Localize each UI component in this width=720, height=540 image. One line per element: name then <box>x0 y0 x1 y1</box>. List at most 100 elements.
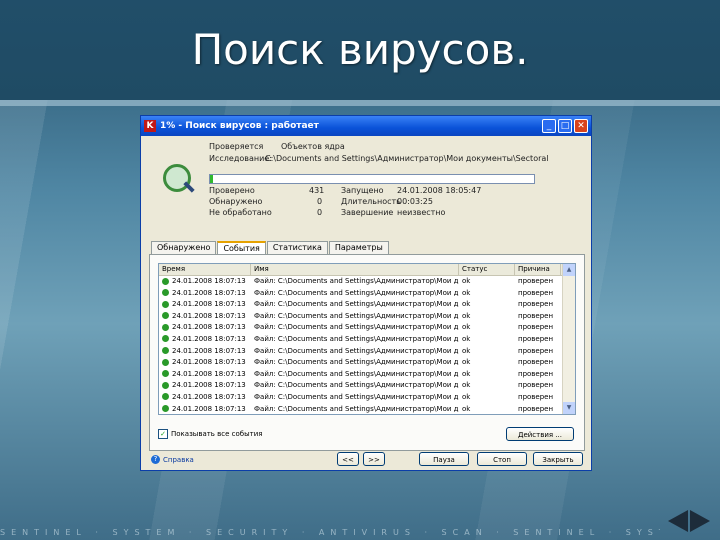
table-row[interactable]: 24.01.2008 18:07:13 Файл: C:\Documents an… <box>159 392 575 404</box>
scroll-up-icon[interactable]: ▲ <box>563 264 575 276</box>
tab-settings[interactable]: Параметры <box>328 241 389 254</box>
next-slide-icon[interactable] <box>690 510 710 532</box>
stat-value-finish: неизвестно <box>397 208 446 217</box>
minimize-icon[interactable]: _ <box>542 119 556 133</box>
table-row[interactable]: 24.01.2008 18:07:13 Файл: C:\Documents an… <box>159 346 575 358</box>
close-icon[interactable]: ✕ <box>574 119 588 133</box>
time-cell-text: 24.01.2008 18:07:13 <box>172 358 246 367</box>
table-row[interactable]: 24.01.2008 18:07:13 Файл: C:\Documents an… <box>159 380 575 392</box>
status-cell: ok <box>459 392 515 404</box>
status-cell: ok <box>459 288 515 300</box>
show-all-events-checkbox[interactable]: ✓ Показывать все события <box>158 429 262 439</box>
ok-check-icon <box>162 323 169 331</box>
ok-check-icon <box>162 405 169 413</box>
table-row[interactable]: 24.01.2008 18:07:13 Файл: C:\Documents an… <box>159 276 575 288</box>
help-link[interactable]: ? Справка <box>151 455 194 464</box>
tab-statistics[interactable]: Статистика <box>266 241 328 254</box>
time-cell: 24.01.2008 18:07:13 <box>159 369 251 381</box>
name-cell-text: Файл: C:\Documents and Settings\Админист… <box>254 404 459 413</box>
status-cell-text: ok <box>462 334 471 343</box>
next-button[interactable]: >> <box>363 452 385 466</box>
table-row[interactable]: 24.01.2008 18:07:13 Файл: C:\Documents an… <box>159 404 575 414</box>
table-row[interactable]: 24.01.2008 18:07:13 Файл: C:\Documents an… <box>159 299 575 311</box>
window-titlebar[interactable]: K 1% - Поиск вирусов : работает _ □ ✕ <box>141 116 591 136</box>
tab-bar: Обнаружено События Статистика Параметры <box>151 241 390 254</box>
name-cell-text: Файл: C:\Documents and Settings\Админист… <box>254 311 459 320</box>
actions-button[interactable]: Действия ... <box>506 427 574 441</box>
table-row[interactable]: 24.01.2008 18:07:13 Файл: C:\Documents an… <box>159 311 575 323</box>
col-reason[interactable]: Причина <box>515 264 561 275</box>
maximize-icon[interactable]: □ <box>558 119 572 133</box>
time-cell-text: 24.01.2008 18:07:13 <box>172 346 246 355</box>
col-time[interactable]: Время <box>159 264 251 275</box>
reason-cell-text: проверен <box>518 300 554 309</box>
time-cell: 24.01.2008 18:07:13 <box>159 288 251 300</box>
status-cell-text: ok <box>462 300 471 309</box>
time-cell: 24.01.2008 18:07:13 <box>159 404 251 414</box>
tab-events[interactable]: События <box>217 241 266 254</box>
pause-button[interactable]: Пауза <box>419 452 469 466</box>
status-cell-text: ok <box>462 311 471 320</box>
reason-cell: проверен <box>515 299 561 311</box>
status-cell-text: ok <box>462 392 471 401</box>
name-cell: Файл: C:\Documents and Settings\Админист… <box>251 369 459 381</box>
status-cell-text: ok <box>462 323 471 332</box>
reason-cell: проверен <box>515 322 561 334</box>
table-row[interactable]: 24.01.2008 18:07:13 Файл: C:\Documents an… <box>159 334 575 346</box>
name-cell: Файл: C:\Documents and Settings\Админист… <box>251 288 459 300</box>
table-row[interactable]: 24.01.2008 18:07:13 Файл: C:\Documents an… <box>159 322 575 334</box>
table-scrollbar[interactable]: ▲ ▼ <box>562 264 575 414</box>
reason-cell: проверен <box>515 357 561 369</box>
tab-detected[interactable]: Обнаружено <box>151 241 217 254</box>
checkbox-check-icon[interactable]: ✓ <box>158 429 168 439</box>
scan-progress-fill <box>210 175 214 183</box>
status-cell: ok <box>459 299 515 311</box>
reason-cell-text: проверен <box>518 323 554 332</box>
time-cell: 24.01.2008 18:07:13 <box>159 392 251 404</box>
time-cell-text: 24.01.2008 18:07:13 <box>172 288 246 297</box>
prev-button[interactable]: << <box>337 452 359 466</box>
status-cell-text: ok <box>462 288 471 297</box>
table-row[interactable]: 24.01.2008 18:07:13 Файл: C:\Documents an… <box>159 288 575 300</box>
status-cell: ok <box>459 404 515 414</box>
name-cell-text: Файл: C:\Documents and Settings\Админист… <box>254 392 459 401</box>
stat-value-started: 24.01.2008 18:05:47 <box>397 186 482 195</box>
show-all-events-label: Показывать все события <box>171 430 263 438</box>
name-cell-text: Файл: C:\Documents and Settings\Админист… <box>254 288 459 297</box>
col-name[interactable]: Имя <box>251 264 459 275</box>
status-cell-text: ok <box>462 404 471 413</box>
col-status[interactable]: Статус <box>459 264 515 275</box>
ok-check-icon <box>162 335 169 343</box>
reason-cell-text: проверен <box>518 334 554 343</box>
reason-cell-text: проверен <box>518 404 554 413</box>
reason-cell-text: проверен <box>518 288 554 297</box>
prev-slide-icon[interactable] <box>668 510 688 532</box>
stop-button[interactable]: Стоп <box>477 452 527 466</box>
name-cell-text: Файл: C:\Documents and Settings\Админист… <box>254 323 459 332</box>
checked-label: Проверяется <box>209 142 264 151</box>
scroll-down-icon[interactable]: ▼ <box>563 402 575 414</box>
name-cell: Файл: C:\Documents and Settings\Админист… <box>251 322 459 334</box>
time-cell-text: 24.01.2008 18:07:13 <box>172 392 246 401</box>
time-cell-text: 24.01.2008 18:07:13 <box>172 311 246 320</box>
time-cell-text: 24.01.2008 18:07:13 <box>172 334 246 343</box>
reason-cell-text: проверен <box>518 392 554 401</box>
name-cell: Файл: C:\Documents and Settings\Админист… <box>251 346 459 358</box>
close-button[interactable]: Закрыть <box>533 452 583 466</box>
reason-cell: проверен <box>515 288 561 300</box>
time-cell-text: 24.01.2008 18:07:13 <box>172 277 246 285</box>
kaspersky-app-icon: K <box>144 120 156 132</box>
reason-cell: проверен <box>515 334 561 346</box>
name-cell: Файл: C:\Documents and Settings\Админист… <box>251 276 459 288</box>
reason-cell: проверен <box>515 380 561 392</box>
status-cell-text: ok <box>462 381 471 390</box>
time-cell: 24.01.2008 18:07:13 <box>159 299 251 311</box>
table-row[interactable]: 24.01.2008 18:07:13 Файл: C:\Documents an… <box>159 357 575 369</box>
reason-cell-text: проверен <box>518 381 554 390</box>
checked-value: Объектов ядра <box>281 142 345 151</box>
current-label: Исследование: <box>209 154 272 163</box>
name-cell: Файл: C:\Documents and Settings\Админист… <box>251 357 459 369</box>
help-label: Справка <box>163 455 194 464</box>
ok-check-icon <box>162 370 169 378</box>
table-row[interactable]: 24.01.2008 18:07:13 Файл: C:\Documents an… <box>159 369 575 381</box>
